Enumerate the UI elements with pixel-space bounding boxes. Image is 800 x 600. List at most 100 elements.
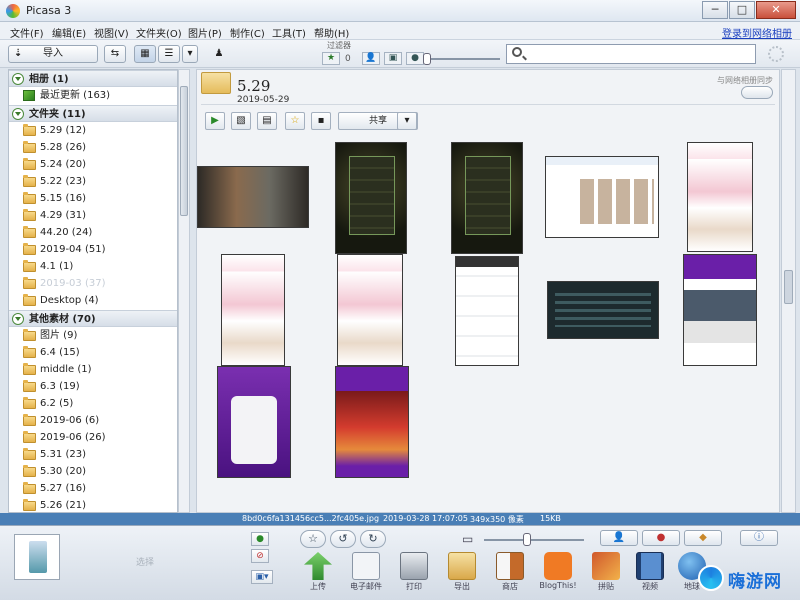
sidebar-folder[interactable]: 5.15 (16) — [9, 190, 177, 207]
section-folders[interactable]: 文件夹 (11) — [9, 105, 177, 122]
minimize-button[interactable]: ─ — [702, 1, 728, 19]
signin-link[interactable]: 登录到网络相册 — [722, 25, 792, 40]
add-to-album-button[interactable]: ▣▾ — [251, 570, 273, 584]
properties-pane-button[interactable]: ⓘ — [740, 530, 778, 546]
people-manager-button[interactable]: ♟ — [206, 45, 232, 63]
sidebar-folder[interactable]: 2019-04 (51) — [9, 241, 177, 258]
sidebar-folder[interactable]: 2019-06 (6) — [9, 412, 177, 429]
tool-movie[interactable]: 视频 — [628, 552, 672, 592]
star-button[interactable]: ☆ — [285, 112, 305, 130]
section-albums[interactable]: 相册 (1) — [9, 70, 177, 87]
sidebar-folder[interactable]: 5.27 (16) — [9, 480, 177, 497]
sidebar-folder[interactable]: 2019-06 (26) — [9, 429, 177, 446]
sidebar-folder[interactable]: 44.20 (24) — [9, 224, 177, 241]
share-label: 共享 — [368, 116, 387, 126]
filter-geotag-button[interactable]: ● — [406, 52, 424, 65]
tool-upload[interactable]: 上传 — [296, 552, 340, 592]
tool-email[interactable]: 电子邮件 — [344, 552, 388, 592]
sidebar-folder[interactable]: 4.29 (31) — [9, 207, 177, 224]
collapse-icon[interactable] — [12, 108, 24, 120]
web-sync-toggle[interactable] — [741, 86, 773, 99]
scrollbar-thumb[interactable] — [180, 86, 188, 216]
sidebar-folder[interactable]: 6.4 (15) — [9, 344, 177, 361]
tool-export[interactable]: 导出 — [440, 552, 484, 592]
photo-thumbnail-game[interactable] — [335, 142, 407, 254]
folder-icon — [23, 414, 36, 426]
thumbnail-size-slider[interactable] — [523, 533, 531, 546]
menu-create[interactable]: 制作(C) — [230, 25, 265, 40]
close-button[interactable]: ✕ — [756, 1, 796, 19]
sidebar-folder[interactable]: 6.3 (19) — [9, 378, 177, 395]
library-view-button[interactable]: ▦ — [134, 45, 156, 63]
rotate-left-button[interactable]: ↺ — [330, 530, 356, 548]
photo-thumbnail-poster[interactable] — [197, 166, 309, 228]
menu-edit[interactable]: 编辑(E) — [52, 25, 86, 40]
edit-picture-button[interactable]: ▧ — [231, 112, 251, 130]
photo-thumbnail-video-app[interactable] — [683, 254, 757, 366]
photo-thumbnail-webpage[interactable] — [545, 156, 659, 238]
maximize-button[interactable]: □ — [729, 1, 755, 19]
sidebar-folder[interactable]: 6.2 (5) — [9, 395, 177, 412]
tags-pane-button[interactable]: ◆ — [684, 530, 722, 546]
photo-thumbnail-app[interactable] — [337, 254, 403, 366]
sidebar-folder[interactable]: 图片 (9) — [9, 327, 177, 344]
tool-shop[interactable]: 商店 — [488, 552, 532, 592]
photo-thumbnail-promo[interactable] — [335, 366, 409, 478]
search-input[interactable] — [506, 44, 756, 64]
menu-help[interactable]: 帮助(H) — [314, 25, 349, 40]
collapse-icon[interactable] — [12, 73, 24, 85]
view-options-dropdown[interactable]: ▾ — [182, 45, 198, 63]
photo-thumbnail-list[interactable] — [455, 256, 519, 366]
sidebar-item-recent[interactable]: 最近更新 (163) — [9, 87, 177, 104]
sidebar-scrollbar[interactable] — [178, 69, 190, 513]
sidebar-folder[interactable]: 5.28 (26) — [9, 139, 177, 156]
photo-thumbnail-game[interactable] — [451, 142, 523, 254]
photo-thumbnail-code[interactable] — [547, 281, 659, 339]
upload-button[interactable]: ▤ — [257, 112, 277, 130]
tool-collage[interactable]: 拼贴 — [584, 552, 628, 592]
collapse-icon[interactable] — [12, 313, 24, 325]
section-other-materials[interactable]: 其他素材 (70) — [9, 310, 177, 327]
tool-label: 电子邮件 — [350, 582, 382, 591]
sidebar-folder[interactable]: 5.22 (23) — [9, 173, 177, 190]
filter-people-button[interactable]: 👤 — [362, 52, 380, 65]
hold-button[interactable]: ● — [251, 532, 269, 546]
sidebar-folder[interactable]: 5.29 (12) — [9, 122, 177, 139]
places-pane-button[interactable]: ● — [642, 530, 680, 546]
photo-thumbnail-promo[interactable] — [217, 366, 291, 478]
share-dropdown[interactable]: ▾ — [397, 112, 417, 130]
selected-photo-thumbnail[interactable] — [14, 534, 60, 580]
hold-photos-button[interactable]: ⇆ — [104, 45, 126, 63]
sidebar-folder[interactable]: 5.26 (21) — [9, 497, 177, 512]
filter-starred-button[interactable]: ★ — [322, 52, 340, 65]
people-pane-button[interactable]: 👤 — [600, 530, 638, 546]
rotate-right-button[interactable]: ↻ — [360, 530, 386, 548]
selection-label: 选择 — [136, 558, 155, 568]
sidebar-folder[interactable]: 5.30 (20) — [9, 463, 177, 480]
menu-file[interactable]: 文件(F) — [10, 25, 44, 40]
menu-view[interactable]: 视图(V) — [94, 25, 129, 40]
tool-blogthis[interactable]: BlogThis! — [536, 552, 580, 590]
menu-tools[interactable]: 工具(T) — [272, 25, 306, 40]
menu-picture[interactable]: 图片(P) — [188, 25, 222, 40]
photo-thumbnail-app[interactable] — [221, 254, 285, 366]
scrollbar-thumb[interactable] — [784, 270, 793, 304]
sidebar-folder[interactable]: 5.31 (23) — [9, 446, 177, 463]
sidebar-folder[interactable]: 4.1 (1) — [9, 258, 177, 275]
sidebar-folder[interactable]: Desktop (4) — [9, 292, 177, 309]
slideshow-button[interactable]: ▶ — [205, 112, 225, 130]
photo-thumbnail-app[interactable] — [687, 142, 753, 252]
timeline-view-button[interactable]: ☰ — [158, 45, 180, 63]
sidebar-folder[interactable]: 2019-03 (37) — [9, 275, 177, 292]
clear-button[interactable]: ⊘ — [251, 549, 269, 563]
import-button[interactable]: ⇣ 导入 — [8, 45, 98, 63]
photo-grid-scrollbar[interactable] — [781, 69, 796, 513]
filter-video-button[interactable]: ▣ — [384, 52, 402, 65]
sidebar-folder[interactable]: middle (1) — [9, 361, 177, 378]
save-button[interactable]: ▪ — [311, 112, 331, 130]
menu-folder[interactable]: 文件夹(O) — [136, 25, 182, 40]
tool-print[interactable]: 打印 — [392, 552, 436, 592]
sidebar-folder[interactable]: 5.24 (20) — [9, 156, 177, 173]
filter-date-slider[interactable] — [423, 53, 431, 65]
star-toggle-button[interactable]: ☆ — [300, 530, 326, 548]
